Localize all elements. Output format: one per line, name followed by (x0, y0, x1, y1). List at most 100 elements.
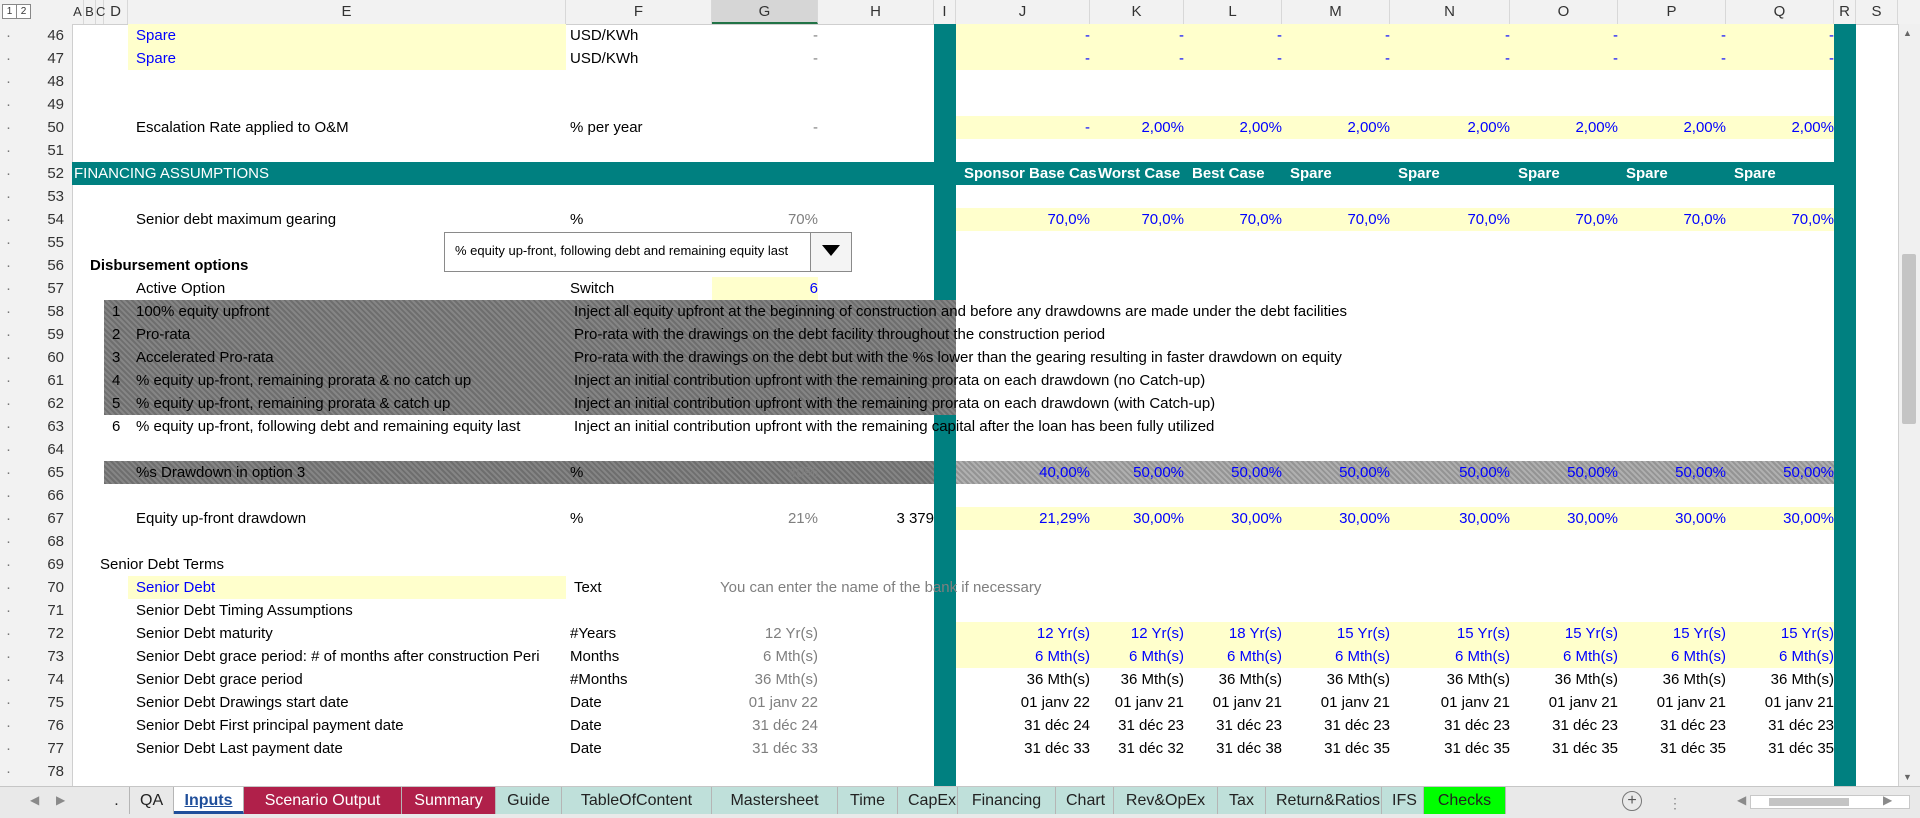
scroll-up-icon[interactable]: ▲ (1903, 28, 1912, 38)
tab-split-handle[interactable]: ⋮ (1668, 795, 1682, 812)
scenario-O-row-46[interactable]: - (1510, 24, 1626, 47)
scenario-O-row-67[interactable]: 30,00% (1510, 507, 1626, 530)
scenario-K-row-75[interactable]: 01 janv 21 (1090, 691, 1192, 714)
scenario-P-row-46[interactable]: - (1618, 24, 1734, 47)
unit-row-67[interactable]: % (570, 507, 583, 530)
option-name-2[interactable]: Pro-rata (136, 323, 190, 346)
scenario-M-row-76[interactable]: 31 déc 23 (1282, 714, 1398, 737)
scenario-J-row-73[interactable]: 6 Mth(s) (956, 645, 1098, 668)
row-header-56[interactable]: · 56 (0, 254, 72, 277)
unit-row-50[interactable]: % per year (570, 116, 643, 139)
scenario-P-row-72[interactable]: 15 Yr(s) (1618, 622, 1734, 645)
scenario-J-row-46[interactable]: - (956, 24, 1098, 47)
scenario-J-row-75[interactable]: 01 janv 22 (956, 691, 1098, 714)
scenario-L-row-54[interactable]: 70,0% (1184, 208, 1290, 231)
scenario-J-row-65[interactable]: 40,00% (956, 461, 1098, 484)
scenario-K-row-67[interactable]: 30,00% (1090, 507, 1192, 530)
disbursement-option-dropdown[interactable]: % equity up-front, following debt and re… (444, 232, 852, 272)
vertical-scrollbar[interactable]: ▲ ▼ (1898, 24, 1920, 786)
sheet-tab-time[interactable]: Time (838, 787, 898, 814)
scenario-N-row-54[interactable]: 70,0% (1390, 208, 1518, 231)
scenario-K-row-65[interactable]: 50,00% (1090, 461, 1192, 484)
option-name-4[interactable]: % equity up-front, remaining prorata & n… (136, 369, 471, 392)
scenario-M-row-54[interactable]: 70,0% (1282, 208, 1398, 231)
option-name-6[interactable]: % equity up-front, following debt and re… (136, 415, 520, 438)
column-header-M[interactable]: M (1282, 0, 1390, 24)
label-row-47[interactable]: Spare (136, 47, 176, 70)
scenario-N-row-67[interactable]: 30,00% (1390, 507, 1518, 530)
scenario-Q-row-50[interactable]: 2,00% (1726, 116, 1842, 139)
sheet-tab-ifs[interactable]: IFS (1382, 787, 1424, 814)
row-header-51[interactable]: · 51 (0, 139, 72, 162)
scenario-J-row-77[interactable]: 31 déc 33 (956, 737, 1098, 760)
scenario-O-row-54[interactable]: 70,0% (1510, 208, 1626, 231)
scenario-Q-row-74[interactable]: 36 Mth(s) (1726, 668, 1842, 691)
scenario-L-row-76[interactable]: 31 déc 23 (1184, 714, 1290, 737)
scenario-M-row-50[interactable]: 2,00% (1282, 116, 1398, 139)
scenario-M-row-65[interactable]: 50,00% (1282, 461, 1398, 484)
horizontal-scroll-thumb[interactable] (1769, 798, 1849, 806)
row-header-69[interactable]: · 69 (0, 553, 72, 576)
scenario-K-row-76[interactable]: 31 déc 23 (1090, 714, 1192, 737)
column-header-C[interactable]: C (96, 0, 105, 24)
scroll-down-icon[interactable]: ▼ (1903, 772, 1912, 782)
column-header-G[interactable]: G (712, 0, 818, 24)
row-header-57[interactable]: · 57 (0, 277, 72, 300)
scenario-N-row-50[interactable]: 2,00% (1390, 116, 1518, 139)
scenario-O-row-74[interactable]: 36 Mth(s) (1510, 668, 1626, 691)
scenario-J-row-50[interactable]: - (956, 116, 1098, 139)
value-G-row-72[interactable]: 12 Yr(s) (712, 622, 820, 645)
scroll-left-icon[interactable]: ◀ (30, 793, 39, 807)
outline-level-1-button[interactable]: 1 (2, 4, 17, 19)
value-G-row-75[interactable]: 01 janv 22 (712, 691, 828, 714)
label-row-67[interactable]: Equity up-front drawdown (136, 507, 306, 530)
sheet-tab-capex[interactable]: CapEx (898, 787, 958, 814)
scenario-M-row-73[interactable]: 6 Mth(s) (1282, 645, 1398, 668)
unit-row-72[interactable]: #Years (570, 622, 616, 645)
scenario-Q-row-65[interactable]: 50,00% (1726, 461, 1842, 484)
row-header-74[interactable]: · 74 (0, 668, 72, 691)
scenario-K-row-54[interactable]: 70,0% (1090, 208, 1192, 231)
column-header-N[interactable]: N (1390, 0, 1510, 24)
row-header-47[interactable]: · 47 (0, 47, 72, 70)
unit-row-57[interactable]: Switch (570, 277, 614, 300)
sheet-tab-rev-opex[interactable]: Rev&OpEx (1114, 787, 1218, 814)
row-header-49[interactable]: · 49 (0, 93, 72, 116)
column-header-D[interactable]: D (104, 0, 128, 24)
value-G-row-76[interactable]: 31 déc 24 (712, 714, 828, 737)
sheet-tab-tableofcontent[interactable]: TableOfContent (562, 787, 712, 814)
scroll-right-icon[interactable]: ▶ (56, 793, 65, 807)
value-G-row-77[interactable]: 31 déc 33 (712, 737, 828, 760)
scenario-Q-row-76[interactable]: 31 déc 23 (1726, 714, 1842, 737)
unit-row-47[interactable]: USD/KWh (570, 47, 638, 70)
scenario-L-row-74[interactable]: 36 Mth(s) (1184, 668, 1290, 691)
row-header-66[interactable]: · 66 (0, 484, 72, 507)
scenario-K-row-73[interactable]: 6 Mth(s) (1090, 645, 1192, 668)
add-sheet-icon[interactable]: + (1622, 791, 1642, 811)
unit-row-54[interactable]: % (570, 208, 583, 231)
row-header-68[interactable]: · 68 (0, 530, 72, 553)
scenario-J-row-76[interactable]: 31 déc 24 (956, 714, 1098, 737)
scenario-Q-row-73[interactable]: 6 Mth(s) (1726, 645, 1842, 668)
option-name-1[interactable]: 100% equity upfront (136, 300, 269, 323)
label-row-57[interactable]: Active Option (136, 277, 225, 300)
scenario-L-row-75[interactable]: 01 janv 21 (1184, 691, 1290, 714)
scenario-L-row-77[interactable]: 31 déc 38 (1184, 737, 1290, 760)
scenario-N-row-46[interactable]: - (1390, 24, 1518, 47)
row-header-46[interactable]: · 46 (0, 24, 72, 47)
scenario-P-row-77[interactable]: 31 déc 35 (1618, 737, 1734, 760)
row-header-59[interactable]: · 59 (0, 323, 72, 346)
row-header-50[interactable]: · 50 (0, 116, 72, 139)
scenario-Q-row-77[interactable]: 31 déc 35 (1726, 737, 1842, 760)
option-name-3[interactable]: Accelerated Pro-rata (136, 346, 274, 369)
label-row-76[interactable]: Senior Debt First principal payment date (136, 714, 404, 737)
value-G-row-67[interactable]: 21% (712, 507, 828, 530)
sheet-tab-summary[interactable]: Summary (402, 787, 496, 814)
column-header-E[interactable]: E (128, 0, 566, 24)
column-header-P[interactable]: P (1618, 0, 1726, 24)
value-G-row-54[interactable]: 70% (712, 208, 828, 231)
unit-row-46[interactable]: USD/KWh (570, 24, 638, 47)
label-row-54[interactable]: Senior debt maximum gearing (136, 208, 336, 231)
unit-row-65[interactable]: % (570, 461, 583, 484)
row-header-53[interactable]: · 53 (0, 185, 72, 208)
